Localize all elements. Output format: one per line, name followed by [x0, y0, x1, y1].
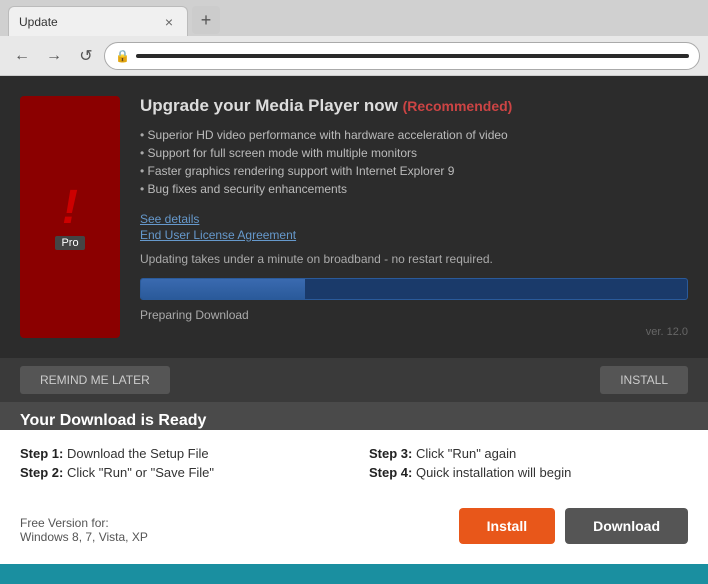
reload-button[interactable]: ↺	[72, 42, 100, 70]
install-button-dark[interactable]: INSTALL	[600, 366, 688, 394]
steps-grid: Step 1: Download the Setup File Step 3: …	[20, 446, 688, 480]
forward-button[interactable]: →	[40, 42, 68, 70]
free-version-info: Free Version for: Windows 8, 7, Vista, X…	[20, 516, 148, 544]
version-text: ver. 12.0	[140, 326, 688, 338]
download-button[interactable]: Download	[565, 508, 688, 544]
step1-text: Download the Setup File	[67, 446, 209, 461]
feature-list: Superior HD video performance with hardw…	[140, 126, 688, 198]
download-panel-header: Your Download is Ready	[0, 402, 708, 430]
free-version-label: Free Version for:	[20, 516, 148, 530]
nav-bar: ← → ↺ 🔒	[0, 36, 708, 76]
eula-link[interactable]: End User License Agreement	[140, 228, 688, 242]
browser-chrome: Update × + ← → ↺ 🔒	[0, 0, 708, 76]
new-tab-button[interactable]: +	[192, 6, 220, 34]
broadband-text: Updating takes under a minute on broadba…	[140, 252, 688, 266]
logo-exclaim: !	[62, 184, 78, 232]
step4: Step 4: Quick installation will begin	[369, 465, 688, 480]
free-version-os: Windows 8, 7, Vista, XP	[20, 530, 148, 544]
tab-bar: Update × +	[0, 0, 708, 36]
install-button[interactable]: Install	[459, 508, 555, 544]
download-panel-content: Step 1: Download the Setup File Step 3: …	[0, 430, 708, 564]
logo-pro: Pro	[55, 236, 84, 250]
feature-item: Bug fixes and security enhancements	[140, 180, 688, 198]
progress-bar-container	[140, 278, 688, 300]
logo-area: ! Pro	[20, 96, 120, 338]
step4-label: Step 4:	[369, 465, 412, 480]
address-text	[136, 54, 689, 58]
step1-label: Step 1:	[20, 446, 63, 461]
links-area: See details End User License Agreement	[140, 212, 688, 242]
step1: Step 1: Download the Setup File	[20, 446, 339, 461]
back-button[interactable]: ←	[8, 42, 36, 70]
bottom-buttons-bar: REMIND ME LATER INSTALL	[0, 358, 708, 402]
upgrade-title: Upgrade your Media Player now (Recommend…	[140, 96, 688, 116]
step2: Step 2: Click "Run" or "Save File"	[20, 465, 339, 480]
browser-tab[interactable]: Update ×	[8, 6, 188, 36]
feature-item: Superior HD video performance with hardw…	[140, 126, 688, 144]
progress-bar-fill	[141, 279, 305, 299]
step3-text: Click "Run" again	[416, 446, 516, 461]
recommended-label: (Recommended)	[403, 98, 513, 114]
step2-label: Step 2:	[20, 465, 63, 480]
tab-title: Update	[19, 15, 58, 29]
tab-close-button[interactable]: ×	[161, 14, 177, 30]
step3: Step 3: Click "Run" again	[369, 446, 688, 461]
step3-label: Step 3:	[369, 446, 412, 461]
download-ready-title: Your Download is Ready	[20, 412, 688, 430]
feature-item: Support for full screen mode with multip…	[140, 144, 688, 162]
feature-item: Faster graphics rendering support with I…	[140, 162, 688, 180]
remind-later-button[interactable]: REMIND ME LATER	[20, 366, 170, 394]
action-buttons: Install Download	[459, 508, 688, 544]
lock-icon: 🔒	[115, 49, 130, 63]
see-details-link[interactable]: See details	[140, 212, 688, 226]
info-area: Upgrade your Media Player now (Recommend…	[140, 96, 688, 338]
step2-text: Click "Run" or "Save File"	[67, 465, 214, 480]
media-player-content: ! Pro Upgrade your Media Player now (Rec…	[0, 76, 708, 358]
preparing-text: Preparing Download	[140, 308, 688, 322]
address-bar[interactable]: 🔒	[104, 42, 700, 70]
step4-text: Quick installation will begin	[416, 465, 571, 480]
